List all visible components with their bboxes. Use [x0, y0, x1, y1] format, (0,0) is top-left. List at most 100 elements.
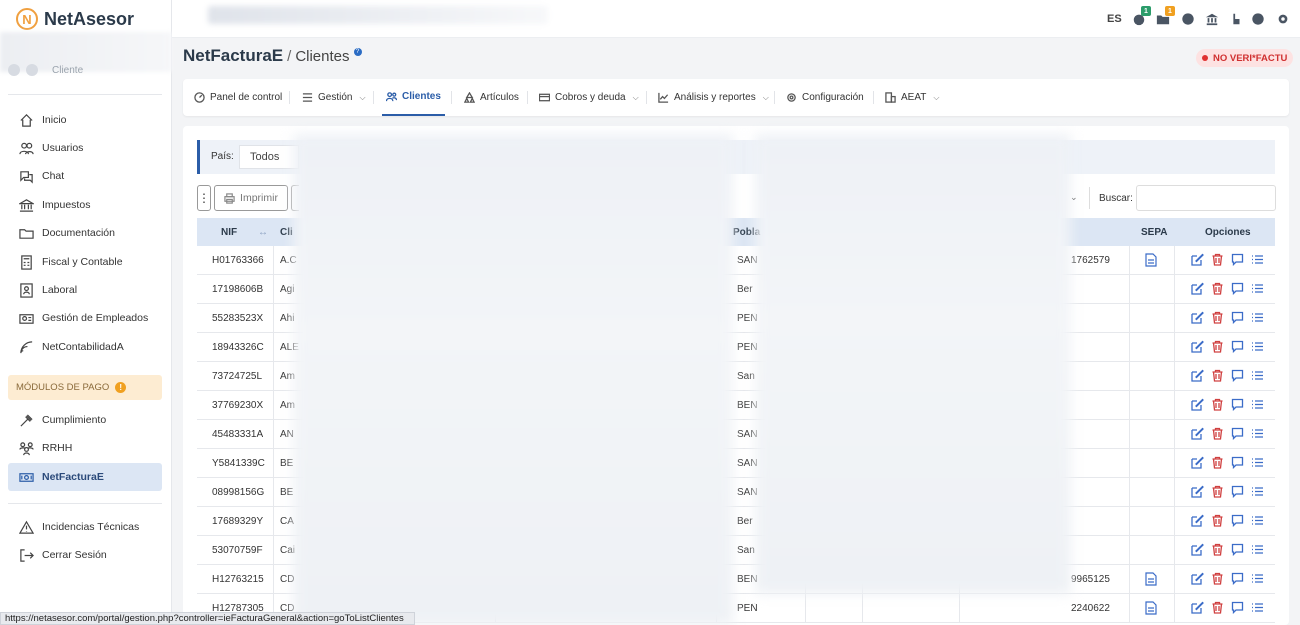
delete-icon[interactable]: [1211, 369, 1224, 382]
tab-cobros-y-deuda[interactable]: Cobros y deuda ⌵: [539, 79, 639, 116]
edit-icon[interactable]: [1191, 398, 1204, 411]
list-icon[interactable]: [1251, 253, 1264, 266]
sepa-document-icon[interactable]: [1145, 253, 1157, 267]
edit-icon[interactable]: [1191, 456, 1204, 469]
list-icon[interactable]: [1251, 398, 1264, 411]
edit-icon[interactable]: [1191, 514, 1204, 527]
message-icon[interactable]: [1231, 456, 1244, 469]
delete-icon[interactable]: [1211, 485, 1224, 498]
help-button[interactable]: [1251, 12, 1265, 26]
hand-button[interactable]: [1229, 12, 1243, 26]
message-icon[interactable]: [1231, 311, 1244, 324]
edit-icon[interactable]: [1191, 543, 1204, 556]
sidebar-item-inicio[interactable]: Inicio: [8, 106, 162, 134]
list-icon[interactable]: [1251, 543, 1264, 556]
user-button[interactable]: [1181, 12, 1195, 26]
column-header-client[interactable]: Cli: [280, 227, 293, 238]
message-icon[interactable]: [1231, 369, 1244, 382]
message-icon[interactable]: [1231, 282, 1244, 295]
message-icon[interactable]: [1231, 253, 1244, 266]
sidebar-item-cumplimiento[interactable]: Cumplimiento: [8, 406, 162, 434]
sidebar-item-netcontabilidad[interactable]: NetContabilidadA: [8, 333, 162, 361]
sidebar-item-incidencias[interactable]: Incidencias Técnicas: [8, 513, 162, 541]
sidebar-item-rrhh[interactable]: RRHH: [8, 434, 162, 462]
list-icon[interactable]: [1251, 601, 1264, 614]
tab-gestion[interactable]: Gestión ⌵: [302, 79, 366, 116]
message-icon[interactable]: [1231, 543, 1244, 556]
language-selector[interactable]: ES: [1107, 13, 1122, 25]
tab-articulos[interactable]: Artículos: [464, 79, 519, 116]
sepa-document-icon[interactable]: [1145, 572, 1157, 586]
message-icon[interactable]: [1231, 398, 1244, 411]
edit-icon[interactable]: [1191, 369, 1204, 382]
delete-icon[interactable]: [1211, 398, 1224, 411]
delete-icon[interactable]: [1211, 427, 1224, 440]
list-icon[interactable]: [1251, 311, 1264, 324]
column-header-nif[interactable]: NIF: [221, 227, 237, 238]
delete-icon[interactable]: [1211, 340, 1224, 353]
sidebar-item-documentacion[interactable]: Documentación: [8, 219, 162, 247]
sidebar-item-impuestos[interactable]: Impuestos: [8, 191, 162, 219]
edit-icon[interactable]: [1191, 601, 1204, 614]
delete-icon[interactable]: [1211, 514, 1224, 527]
sidebar-item-chat[interactable]: Chat: [8, 162, 162, 190]
list-icon[interactable]: [1251, 340, 1264, 353]
list-icon[interactable]: [1251, 456, 1264, 469]
edit-icon[interactable]: [1191, 282, 1204, 295]
verifactu-status-badge[interactable]: NO VERI*FACTU: [1196, 49, 1294, 67]
sidebar-item-fiscal[interactable]: Fiscal y Contable: [8, 248, 162, 276]
column-divider: [1174, 420, 1175, 449]
tab-aeat[interactable]: AEAT ⌵: [885, 79, 939, 116]
list-icon[interactable]: [1251, 514, 1264, 527]
message-icon[interactable]: [1231, 514, 1244, 527]
delete-icon[interactable]: [1211, 456, 1224, 469]
message-icon[interactable]: [1231, 485, 1244, 498]
messages-button[interactable]: 1: [1156, 6, 1175, 26]
tab-configuracion[interactable]: Configuración: [786, 79, 864, 116]
edit-icon[interactable]: [1191, 311, 1204, 324]
edit-icon[interactable]: [1191, 572, 1204, 585]
settings-button[interactable]: [1276, 12, 1290, 26]
country-filter-select[interactable]: Todos: [239, 145, 299, 169]
notifications-button[interactable]: 1: [1132, 6, 1151, 26]
help-icon[interactable]: ?: [353, 48, 362, 56]
delete-icon[interactable]: [1211, 572, 1224, 585]
delete-icon[interactable]: [1211, 253, 1224, 266]
column-header-sepa[interactable]: SEPA: [1141, 227, 1168, 238]
list-icon[interactable]: [1251, 427, 1264, 440]
sidebar-item-logout[interactable]: Cerrar Sesión: [8, 541, 162, 569]
sidebar-item-usuarios[interactable]: Usuarios: [8, 134, 162, 162]
sidebar-item-empleados[interactable]: Gestión de Empleados: [8, 304, 162, 332]
edit-icon[interactable]: [1191, 427, 1204, 440]
delete-icon[interactable]: [1211, 601, 1224, 614]
print-button[interactable]: Imprimir: [214, 185, 288, 211]
sidebar-item-laboral[interactable]: Laboral: [8, 276, 162, 304]
tab-clientes[interactable]: Clientes: [382, 79, 445, 116]
message-icon[interactable]: [1231, 601, 1244, 614]
info-icon[interactable]: !: [115, 382, 127, 393]
list-icon[interactable]: [1251, 369, 1264, 382]
list-icon[interactable]: [1251, 282, 1264, 295]
tab-analisis-y-reportes[interactable]: Análisis y reportes ⌵: [658, 79, 769, 116]
chevron-down-icon[interactable]: ⌄: [1070, 192, 1078, 203]
edit-icon[interactable]: [1191, 253, 1204, 266]
search-input[interactable]: [1136, 185, 1276, 211]
delete-icon[interactable]: [1211, 311, 1224, 324]
tab-panel-de-control[interactable]: Panel de control: [194, 79, 282, 116]
bank-button[interactable]: [1205, 12, 1219, 26]
logo[interactable]: N NetAsesor: [16, 8, 134, 30]
sort-icon[interactable]: ↔: [258, 227, 268, 238]
message-icon[interactable]: [1231, 572, 1244, 585]
sepa-document-icon[interactable]: [1145, 601, 1157, 615]
edit-icon[interactable]: [1191, 485, 1204, 498]
client-row[interactable]: Cliente: [8, 64, 83, 76]
delete-icon[interactable]: [1211, 282, 1224, 295]
delete-icon[interactable]: [1211, 543, 1224, 556]
edit-icon[interactable]: [1191, 340, 1204, 353]
message-icon[interactable]: [1231, 340, 1244, 353]
more-options-button[interactable]: ⋮: [197, 185, 211, 211]
sidebar-item-netfacturae[interactable]: NetFacturaE: [8, 463, 162, 491]
list-icon[interactable]: [1251, 572, 1264, 585]
list-icon[interactable]: [1251, 485, 1264, 498]
message-icon[interactable]: [1231, 427, 1244, 440]
